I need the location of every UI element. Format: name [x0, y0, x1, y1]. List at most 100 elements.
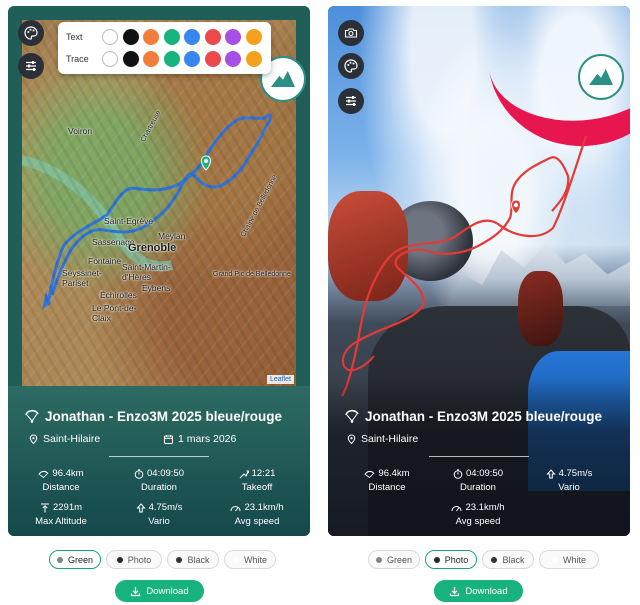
- distance-icon: [364, 470, 375, 478]
- takeoff-icon: [239, 470, 249, 478]
- text-swatch-red[interactable]: [204, 29, 221, 45]
- download-label: Download: [146, 585, 189, 597]
- style-option-label: Green: [67, 554, 93, 565]
- text-swatch-amber[interactable]: [245, 29, 262, 45]
- stat-vario: 4.75m/s Vario: [114, 502, 204, 527]
- black-dot-icon: [176, 556, 183, 563]
- text-color-label: Text: [66, 32, 83, 42]
- flight-info-panel: Jonathan - Enzo3M 2025 bleue/rouge Saint…: [328, 386, 630, 536]
- text-swatch-black[interactable]: [122, 29, 139, 45]
- takeoff-marker: [201, 155, 211, 171]
- map-place-belledonne-chain: Chaîne de Belledonne: [240, 173, 279, 239]
- stat-vario: 4.75m/s Vario: [524, 468, 614, 493]
- story-card-photo: Jonathan - Enzo3M 2025 bleue/rouge Saint…: [328, 6, 630, 536]
- style-option-black[interactable]: Black: [167, 550, 219, 569]
- stat-max-altitude-label: Max Altitude: [35, 516, 87, 527]
- location-pin-icon: [29, 433, 38, 444]
- flight-location-text: Saint-Hilaire: [361, 433, 419, 445]
- style-option-white[interactable]: White: [224, 550, 276, 569]
- style-option-black[interactable]: Black: [482, 550, 534, 569]
- palette-button[interactable]: [18, 20, 44, 46]
- stat-vario-label: Vario: [558, 482, 580, 493]
- text-swatch-purple[interactable]: [225, 29, 241, 45]
- speedometer-icon: [230, 505, 241, 511]
- map-place-grenoble: Grenoble: [128, 242, 177, 254]
- stat-avg-speed: 23.1km/h Avg speed: [212, 502, 302, 527]
- camera-button[interactable]: [338, 20, 364, 46]
- white-dot-icon: [232, 556, 239, 563]
- style-option-green[interactable]: Green: [49, 550, 101, 569]
- trace-swatch-amber[interactable]: [245, 51, 262, 67]
- download-button-green[interactable]: Download: [115, 580, 204, 602]
- trace-swatch-purple[interactable]: [225, 51, 241, 67]
- trace-swatch-black[interactable]: [122, 51, 139, 67]
- text-swatch-white[interactable]: [102, 29, 118, 45]
- palette-icon: [24, 26, 38, 40]
- stat-avg-speed: 23.1km/h Avg speed: [433, 502, 523, 527]
- settings-sliders-button[interactable]: [18, 53, 44, 79]
- trace-swatch-orange[interactable]: [143, 51, 159, 67]
- calendar-icon: [164, 434, 173, 444]
- white-dot-icon: [551, 556, 558, 563]
- style-option-label: Green: [386, 554, 412, 565]
- flight-title-text: Jonathan - Enzo3M 2025 bleue/rouge: [365, 408, 603, 424]
- flight-map[interactable]: Voiron Saint-Egrève Sassenage Meylan Gre…: [22, 20, 296, 386]
- style-option-photo[interactable]: Photo: [106, 550, 162, 569]
- palette-icon: [344, 59, 358, 73]
- track-overlay: [22, 113, 272, 310]
- text-swatch-green[interactable]: [163, 29, 180, 45]
- stat-vario-value: 4.75m/s: [558, 468, 593, 479]
- stat-distance-label: Distance: [368, 482, 406, 493]
- settings-sliders-button[interactable]: [338, 88, 364, 114]
- photo-dot-icon: [116, 556, 123, 563]
- distance-icon: [38, 470, 49, 478]
- trace-swatch-blue[interactable]: [184, 51, 200, 67]
- club-logo: [578, 54, 624, 100]
- stat-distance-value: 96.4km: [52, 468, 84, 479]
- trace-swatch-green[interactable]: [163, 51, 180, 67]
- vario-icon: [135, 502, 146, 512]
- text-swatch-blue[interactable]: [184, 29, 200, 45]
- map-place-voiron: Voiron: [68, 126, 93, 136]
- palette-button[interactable]: [338, 53, 364, 79]
- style-selector-right: Green Photo Black White: [368, 550, 604, 569]
- style-selector-left: Green Photo Black White: [49, 550, 281, 569]
- stat-takeoff-value: 12:21: [251, 468, 276, 479]
- green-dot-icon: [375, 556, 382, 563]
- map-place-fontaine: Fontaine: [88, 256, 122, 266]
- stat-duration-value: 04:09:50: [466, 468, 503, 479]
- stat-distance-value: 96.4km: [378, 468, 410, 479]
- download-icon: [450, 586, 460, 596]
- map-place-seyssinet: Seyssinet-Pariset: [62, 268, 102, 288]
- stat-takeoff: 12:21 Takeoff: [212, 468, 302, 493]
- flight-info-panel: Jonathan - Enzo3M 2025 bleue/rouge Saint…: [8, 386, 310, 536]
- location-pin-icon: [347, 433, 356, 444]
- stat-duration-label: Duration: [460, 482, 496, 493]
- trace-swatch-white[interactable]: [102, 51, 118, 67]
- style-option-white[interactable]: White: [539, 550, 599, 569]
- style-option-green[interactable]: Green: [368, 550, 420, 569]
- download-icon: [131, 586, 141, 596]
- sliders-icon: [26, 61, 36, 71]
- download-button-photo[interactable]: Download: [434, 580, 523, 602]
- leaflet-attribution-link[interactable]: Leaflet: [266, 375, 294, 384]
- trace-swatch-red[interactable]: [204, 51, 221, 67]
- stat-vario-value: 4.75m/s: [148, 502, 183, 513]
- map-place-saint-martin: Saint-Martin-d'Hères: [122, 262, 171, 282]
- stat-max-altitude-value: 2291m: [52, 502, 83, 513]
- style-option-label: White: [562, 554, 586, 565]
- black-dot-icon: [491, 556, 498, 563]
- takeoff-marker-red: [511, 199, 521, 215]
- style-option-label: Photo: [127, 554, 152, 565]
- map-place-eybens: Eybens: [142, 283, 171, 293]
- logo-mountain-icon: [271, 71, 295, 87]
- photo-dot-icon: [433, 556, 440, 563]
- style-option-photo[interactable]: Photo: [425, 550, 477, 569]
- stat-vario-label: Vario: [148, 516, 170, 527]
- map-place-belledonne-pic: Grand Pic de Belledonne: [213, 271, 291, 278]
- text-swatch-orange[interactable]: [143, 29, 159, 45]
- flight-location: Saint-Hilaire: [28, 433, 100, 445]
- vario-icon: [545, 468, 556, 478]
- stat-duration-label: Duration: [141, 482, 177, 493]
- download-label: Download: [465, 585, 508, 597]
